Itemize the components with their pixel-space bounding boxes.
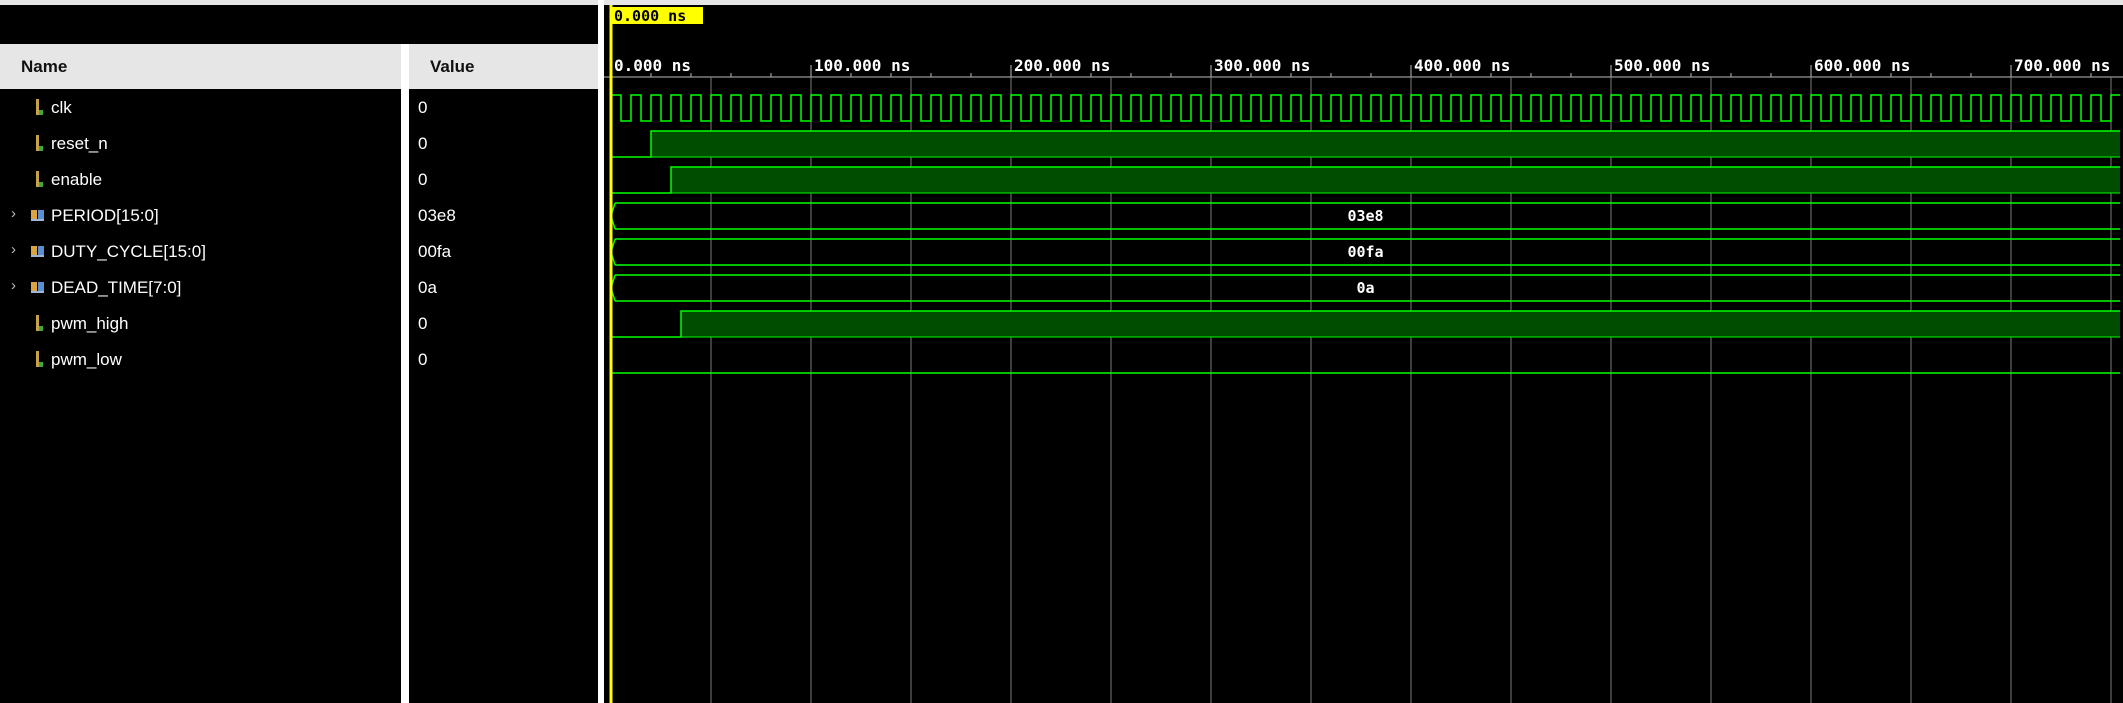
signal-row-enable[interactable]: enable 0 (0, 164, 598, 196)
signal-row-pwm-high[interactable]: pwm_high 0 (0, 308, 598, 340)
signal-row-pwm-low[interactable]: pwm_low 0 (0, 344, 598, 376)
time-tick-label: 300.000 ns (1214, 56, 1310, 75)
bus-signal-icon (30, 208, 46, 227)
name-pane-top-border (0, 0, 598, 5)
expand-chevron-icon[interactable]: › (11, 241, 16, 258)
expand-chevron-icon[interactable]: › (11, 277, 16, 294)
signal-row-reset-n[interactable]: reset_n 0 (0, 128, 598, 160)
waveform-high-fill (681, 311, 2120, 337)
time-tick-label: 500.000 ns (1614, 56, 1710, 75)
time-tick-label: 200.000 ns (1014, 56, 1110, 75)
signal-value: 0 (418, 314, 428, 333)
time-tick-label: 0.000 ns (614, 56, 691, 75)
signal-name: clk (51, 98, 72, 117)
logic-signal-icon (32, 350, 44, 373)
waveform-viewer[interactable]: 0.000 ns 100.000 ns 200.000 ns 300.000 ns 40… (604, 5, 2123, 703)
expand-chevron-icon[interactable]: › (11, 205, 16, 222)
waveform-trace-clk (610, 94, 2120, 122)
signal-value: 0a (418, 278, 437, 297)
signal-value: 0 (418, 134, 428, 153)
bus-signal-icon (30, 244, 46, 263)
logic-signal-icon (32, 134, 44, 157)
signal-value: 0 (418, 170, 428, 189)
logic-signal-icon (32, 314, 44, 337)
signal-row-dead-time-7-0[interactable]: › DEAD_TIME[7:0] 0a (0, 272, 598, 304)
waveform-high-fill (651, 131, 2120, 157)
signal-name: enable (51, 170, 103, 189)
signal-name: DUTY_CYCLE[15:0] (51, 242, 206, 261)
signal-row-clk[interactable]: clk 0 (0, 92, 598, 124)
time-tick-label: 100.000 ns (814, 56, 910, 75)
signal-row-period-15-0[interactable]: › PERIOD[15:0] 03e8 (0, 200, 598, 232)
signal-value: 0 (418, 350, 428, 369)
name-column-label: Name (21, 57, 68, 76)
time-tick-label: 600.000 ns (1814, 56, 1910, 75)
waveform-high-fill (671, 167, 2120, 193)
bus-value-label: 0a (1356, 279, 1374, 297)
signal-value: 03e8 (418, 206, 456, 225)
value-column-label: Value (430, 57, 475, 76)
bus-value-label: 03e8 (1347, 207, 1383, 225)
signal-row-duty-cycle-15-0[interactable]: › DUTY_CYCLE[15:0] 00fa (0, 236, 598, 268)
signal-value: 00fa (418, 242, 452, 261)
time-tick-label: 700.000 ns (2014, 56, 2110, 75)
logic-signal-icon (32, 98, 44, 121)
time-tick-label: 400.000 ns (1414, 56, 1510, 75)
signal-name: pwm_high (51, 314, 129, 333)
bus-value-label: 00fa (1347, 243, 1383, 261)
signal-value: 0 (418, 98, 428, 117)
name-column-header[interactable]: Name (0, 44, 401, 89)
cursor-time-label: 0.000 ns (614, 7, 686, 25)
signal-name: reset_n (51, 134, 108, 153)
signal-name: pwm_low (51, 350, 122, 369)
bus-signal-icon (30, 280, 46, 299)
logic-signal-icon (32, 170, 44, 193)
value-column-header[interactable]: Value (409, 44, 598, 89)
signal-name: DEAD_TIME[7:0] (51, 278, 182, 297)
signal-name: PERIOD[15:0] (51, 206, 159, 225)
